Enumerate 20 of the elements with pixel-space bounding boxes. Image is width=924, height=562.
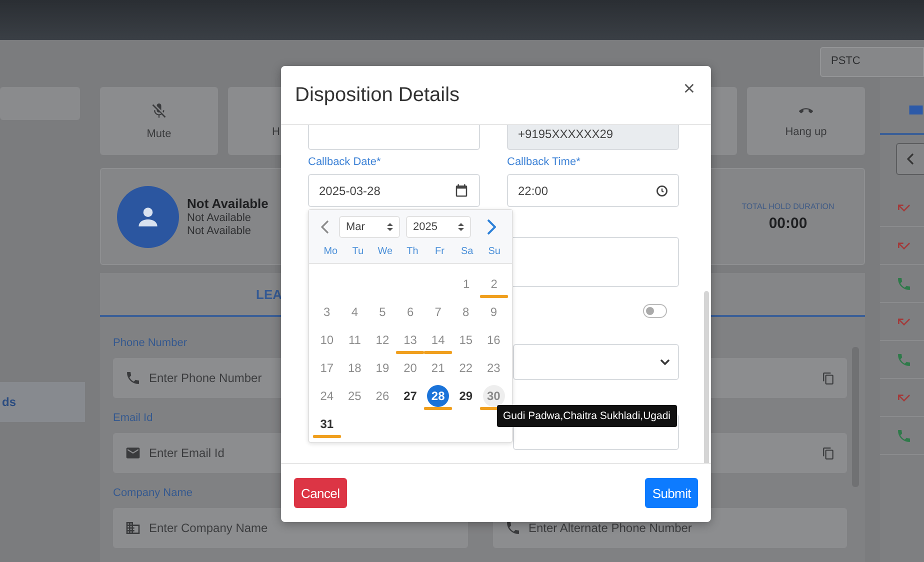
weekday-label: Su — [487, 246, 502, 257]
weekday-label: We — [376, 246, 394, 257]
field-label: Callback Time* — [507, 156, 582, 168]
weekday-label: Fr — [434, 246, 446, 257]
weekday-label: Th — [406, 246, 420, 257]
field-label: Callback Date* — [308, 156, 382, 168]
contact-detail: Not Available — [187, 225, 252, 237]
hold-duration-label: TOTAL HOLD DURATION — [742, 202, 834, 210]
field-label: Phone Number — [113, 337, 187, 351]
weekday-label: Tu — [351, 246, 365, 257]
field-label: Email Id — [113, 412, 153, 426]
tooltip: Gudi Padwa,Chaitra Sukhladi,Ugadi — [497, 405, 677, 427]
weekday-label: Sa — [460, 246, 474, 257]
contact-name: Not Available — [187, 196, 268, 211]
hold-duration-value: 00:00 — [768, 214, 808, 232]
contact-detail: Not Available — [187, 212, 252, 224]
field-label: Company Name — [113, 487, 192, 501]
weekday-label: Mo — [322, 246, 339, 257]
dialog-title: Disposition Details — [295, 84, 460, 106]
phone-field: +9195XXXXXX29 — [507, 125, 679, 150]
